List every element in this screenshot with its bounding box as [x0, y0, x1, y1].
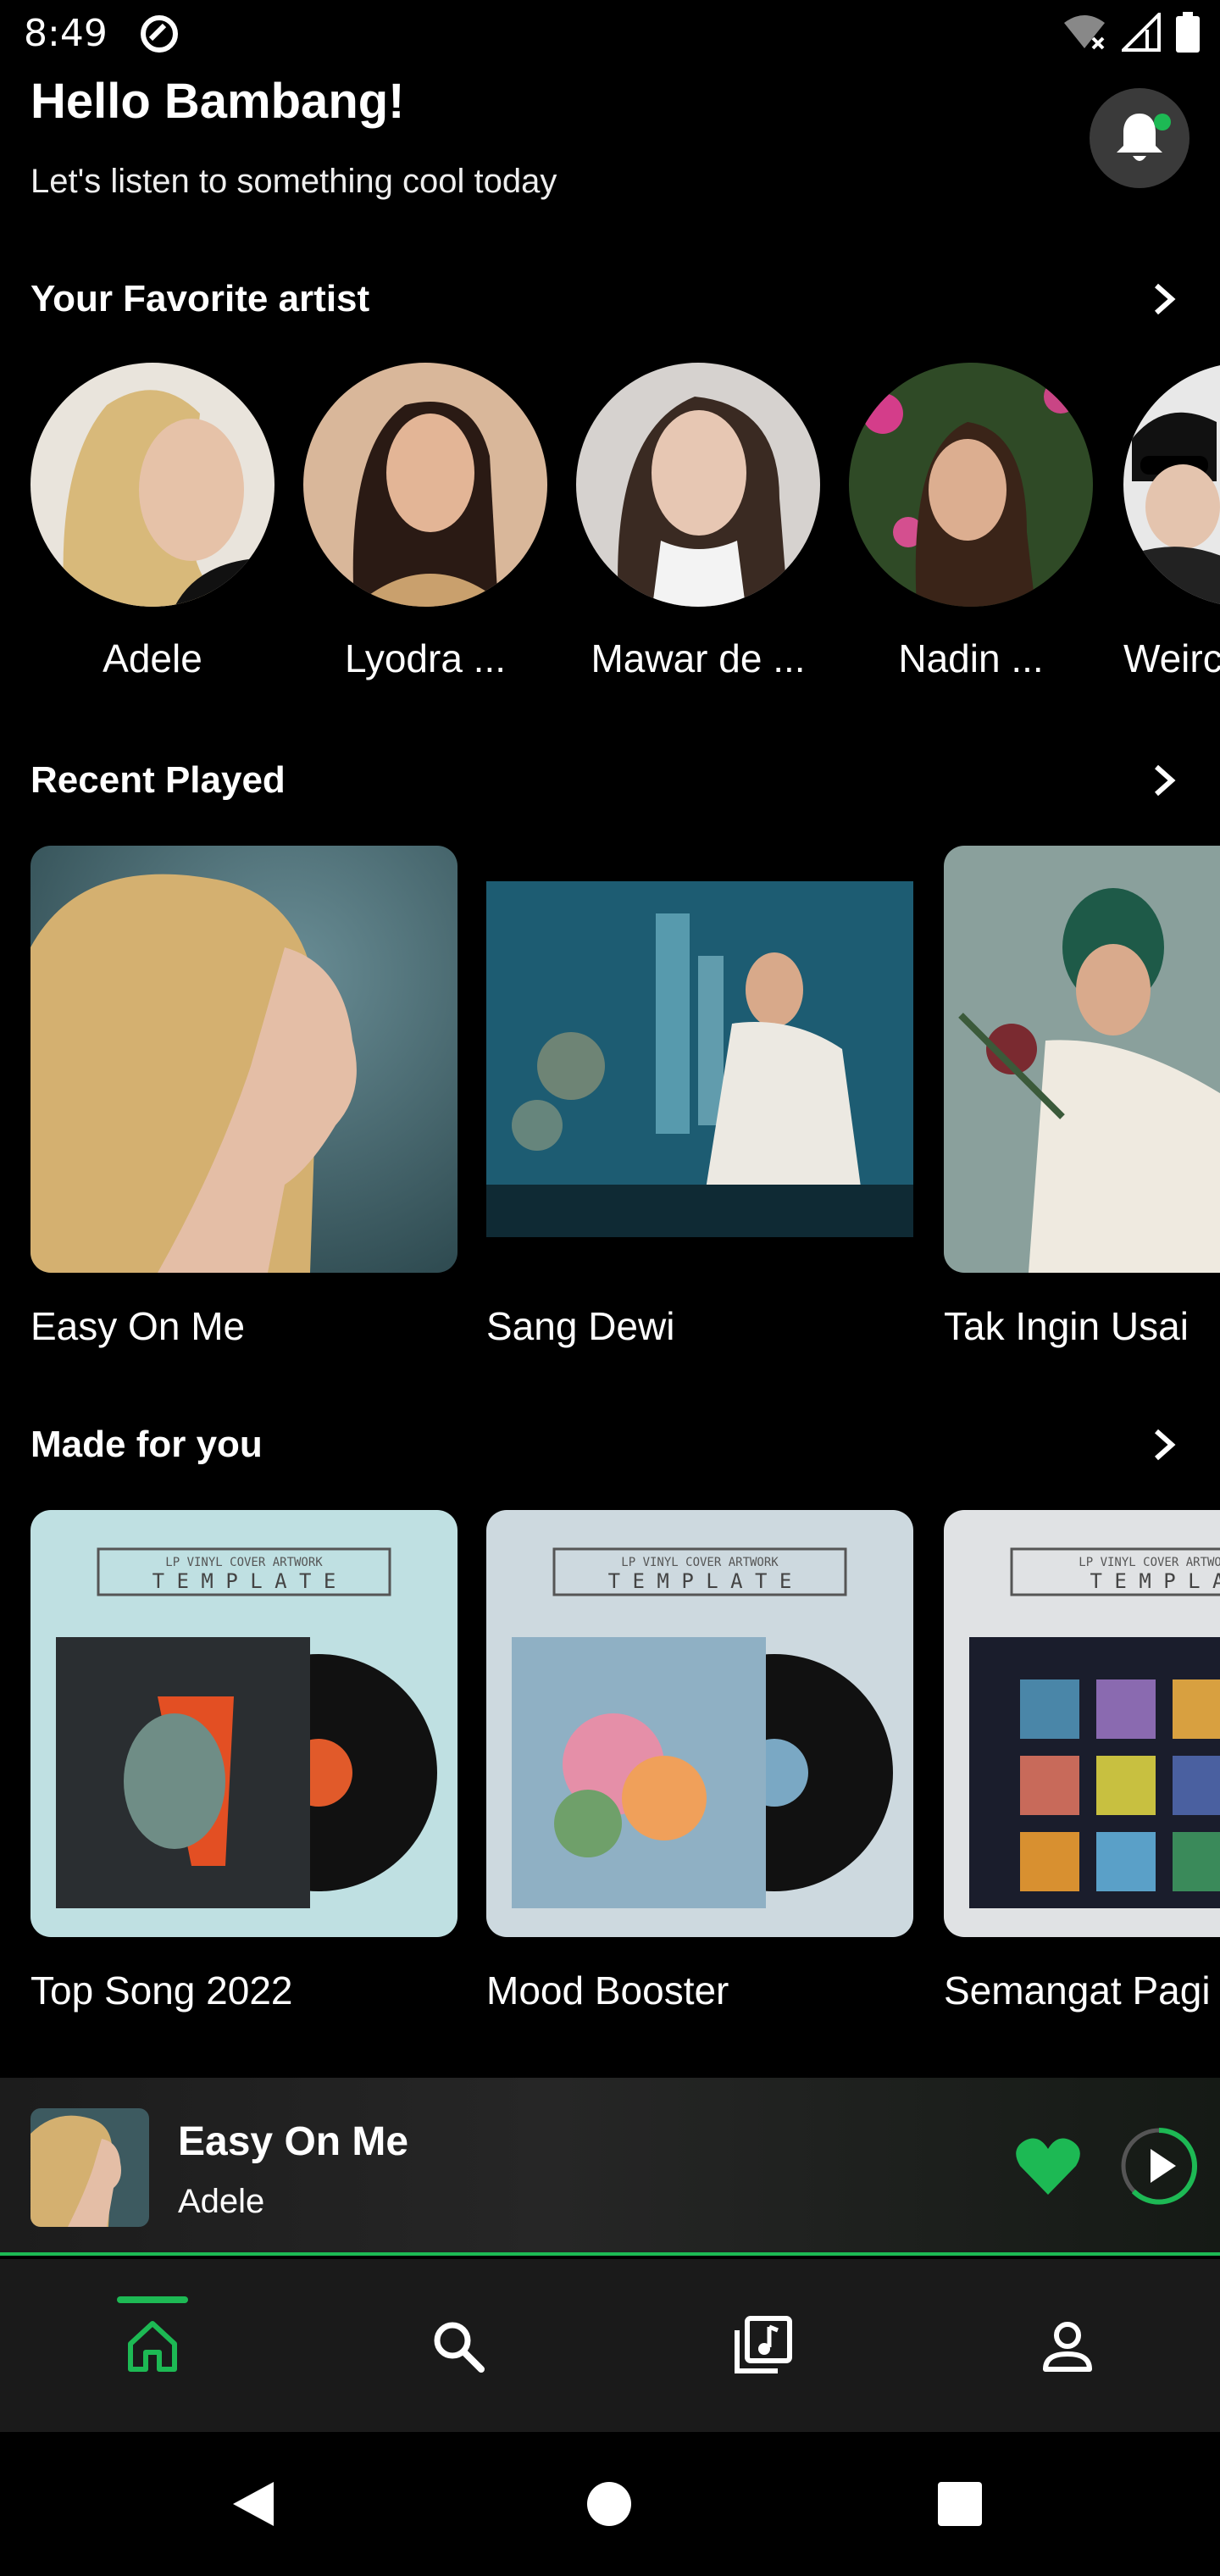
greeting-subtitle: Let's listen to something cool today: [30, 163, 557, 200]
now-playing-title: Easy On Me: [178, 2119, 409, 2164]
artist-avatar: [1123, 363, 1220, 607]
library-icon: [735, 2316, 792, 2373]
search-icon: [434, 2322, 485, 2373]
chevron-right-icon: [1155, 764, 1176, 797]
album-title: Easy On Me: [30, 1304, 246, 1348]
album-cover: [486, 846, 913, 1273]
wifi-off-icon: [1064, 15, 1105, 50]
playlist-title: Mood Booster: [486, 1968, 729, 2012]
svg-text:LP VINYL COVER ARTWORK: LP VINYL COVER ARTWORK: [1079, 1556, 1220, 1569]
nav-library[interactable]: [610, 2259, 915, 2432]
made-for-you-row: LP VINYL COVER ARTWORK T E M P L A T E T…: [0, 1510, 1220, 2061]
playlist-title: Semangat Pagi: [944, 1968, 1211, 2012]
chevron-right-icon: [1155, 283, 1176, 315]
nav-profile[interactable]: [915, 2259, 1220, 2432]
artist-name: Mawar de ...: [591, 636, 806, 680]
album-card[interactable]: Sang Dewi: [486, 846, 913, 1349]
section-title: Made for you: [30, 1424, 263, 1465]
album-title: Tak Ingin Usai: [944, 1304, 1189, 1348]
signal-icon: [1122, 13, 1161, 52]
favorite-artist-more-button[interactable]: [1139, 274, 1190, 325]
playlist-cover: LP VINYL COVER ARTWORK T E M P L A T E: [486, 1510, 913, 1937]
svg-text:T E M P L A: T E M P L A: [1090, 1569, 1220, 1593]
album-cover: [30, 846, 458, 1273]
svg-text:LP VINYL COVER ARTWORK: LP VINYL COVER ARTWORK: [621, 1556, 779, 1569]
app-notification-icon: [141, 15, 178, 53]
artist-avatar: [849, 363, 1093, 607]
playlist-card[interactable]: LP VINYL COVER ARTWORK T E M P L A T E M…: [486, 1510, 913, 2013]
home-icon: [128, 2321, 177, 2372]
made-for-you-more-button[interactable]: [1139, 1419, 1190, 1470]
status-bar: 8:49: [0, 0, 1220, 68]
playlist-title: Top Song 2022: [30, 1968, 293, 2012]
playlist-card[interactable]: LP VINYL COVER ARTWORK T E M P L A Seman…: [944, 1510, 1220, 2013]
made-for-you-header: Made for you: [30, 1415, 1190, 1474]
battery-icon: [1176, 12, 1200, 53]
system-home-button[interactable]: [571, 2466, 647, 2542]
now-playing-cover: [30, 2108, 149, 2227]
artist-name: Weirc: [1123, 636, 1220, 680]
recent-played-more-button[interactable]: [1139, 755, 1190, 806]
section-title: Recent Played: [30, 759, 286, 801]
notification-button[interactable]: [1090, 88, 1190, 188]
system-nav-bar: [0, 2432, 1220, 2576]
artist-avatar: [576, 363, 820, 607]
favorite-artist-header: Your Favorite artist: [30, 269, 1190, 329]
artist-avatar: [30, 363, 274, 607]
recent-played-header: Recent Played: [30, 751, 1190, 810]
playlist-card[interactable]: LP VINYL COVER ARTWORK T E M P L A T E T…: [30, 1510, 458, 2013]
album-cover: [944, 846, 1220, 1273]
artist-name: Adele: [103, 636, 202, 680]
artist-item[interactable]: Lyodra ...: [303, 363, 547, 681]
artist-item[interactable]: Adele: [30, 363, 274, 681]
status-time: 8:49: [24, 12, 108, 55]
album-card[interactable]: Easy On Me: [30, 846, 458, 1349]
bottom-nav: [0, 2259, 1220, 2432]
playlist-cover: LP VINYL COVER ARTWORK T E M P L A: [944, 1510, 1220, 1937]
greeting-title: Hello Bambang!: [30, 74, 405, 129]
nav-search[interactable]: [305, 2259, 610, 2432]
playlist-cover: LP VINYL COVER ARTWORK T E M P L A T E: [30, 1510, 458, 1937]
profile-icon: [1043, 2322, 1092, 2372]
artist-avatar: [303, 363, 547, 607]
svg-text:LP VINYL COVER ARTWORK: LP VINYL COVER ARTWORK: [165, 1556, 323, 1569]
artist-item[interactable]: Nadin ...: [849, 363, 1093, 681]
chevron-right-icon: [1155, 1429, 1176, 1461]
nav-active-indicator: [117, 2296, 188, 2303]
artist-item[interactable]: Weirc: [1123, 363, 1220, 681]
artists-row: Adele Lyodra ... Mawar de ... Nadin ... …: [0, 363, 1220, 693]
recents-icon: [938, 2482, 982, 2526]
svg-text:T E M P L A T E: T E M P L A T E: [608, 1569, 792, 1593]
play-button[interactable]: [1117, 2124, 1201, 2208]
now-playing-artist: Adele: [178, 2183, 265, 2220]
artist-item[interactable]: Mawar de ...: [576, 363, 820, 681]
heart-icon[interactable]: [1013, 2132, 1083, 2201]
notification-dot: [1154, 114, 1171, 130]
back-icon: [233, 2482, 274, 2526]
home-circle-icon: [587, 2482, 631, 2526]
nav-home[interactable]: [0, 2259, 305, 2432]
status-icons: [1062, 12, 1200, 53]
section-title: Your Favorite artist: [30, 278, 370, 319]
mini-player[interactable]: Easy On Me Adele: [0, 2078, 1220, 2256]
system-back-button[interactable]: [215, 2466, 291, 2542]
artist-name: Lyodra ...: [344, 636, 507, 680]
album-title: Sang Dewi: [486, 1304, 675, 1348]
artist-name: Nadin ...: [898, 636, 1044, 680]
system-recents-button[interactable]: [922, 2466, 998, 2542]
svg-text:T E M P L A T E: T E M P L A T E: [152, 1569, 336, 1593]
album-card[interactable]: Tak Ingin Usai: [944, 846, 1220, 1349]
recent-played-row: Easy On Me Sang Dewi Tak Ingin Usai: [0, 846, 1220, 1396]
